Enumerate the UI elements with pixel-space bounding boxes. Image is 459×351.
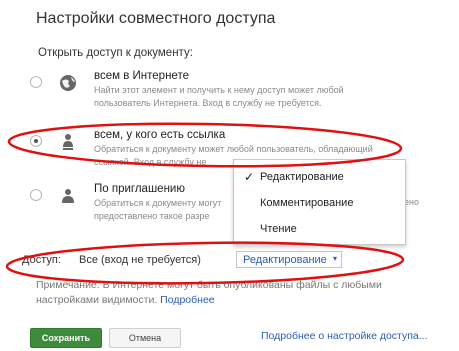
permission-menu: ✓ Редактирование Комментирование Чтение [233,159,406,245]
more-info-link[interactable]: Подробнее [160,294,214,306]
link-person-icon [57,131,79,153]
access-label: Доступ: [22,254,61,266]
permission-dropdown[interactable]: Редактирование ▾ [236,251,342,268]
menu-item-comment[interactable]: Комментирование [234,192,405,216]
option-description-tail: ено [404,197,419,207]
radio-public[interactable] [30,76,42,88]
menu-item-view[interactable]: Чтение [234,218,405,242]
visibility-note: Примечание. В Интернете могут быть опубл… [36,279,382,306]
option-title: всем в Интернете [94,70,189,82]
option-title: По приглашению [94,183,185,195]
page-title: Настройки совместного доступа [36,10,276,27]
open-access-label: Открыть доступ к документу: [38,47,193,59]
option-description: Найти этот элемент и получить к нему дос… [94,85,344,108]
cancel-button[interactable]: Отмена [109,328,181,348]
menu-item-edit[interactable]: ✓ Редактирование [234,166,405,190]
radio-by-invitation[interactable] [30,189,42,201]
chevron-down-icon: ▾ [332,254,337,263]
permission-dropdown-value: Редактирование [243,254,327,266]
person-icon [57,185,79,207]
sharing-help-link[interactable]: Подробнее о настройке доступа... [261,330,428,342]
access-value: Все (вход не требуется) [79,254,201,266]
save-button[interactable]: Сохранить [30,328,102,348]
option-public[interactable]: всем в Интернете Найти этот элемент и по… [30,70,450,120]
option-title: всем, у кого есть ссылка [94,129,226,141]
globe-icon [57,72,79,94]
radio-anyone-with-link[interactable] [30,135,42,147]
checkmark-icon: ✓ [244,170,255,184]
